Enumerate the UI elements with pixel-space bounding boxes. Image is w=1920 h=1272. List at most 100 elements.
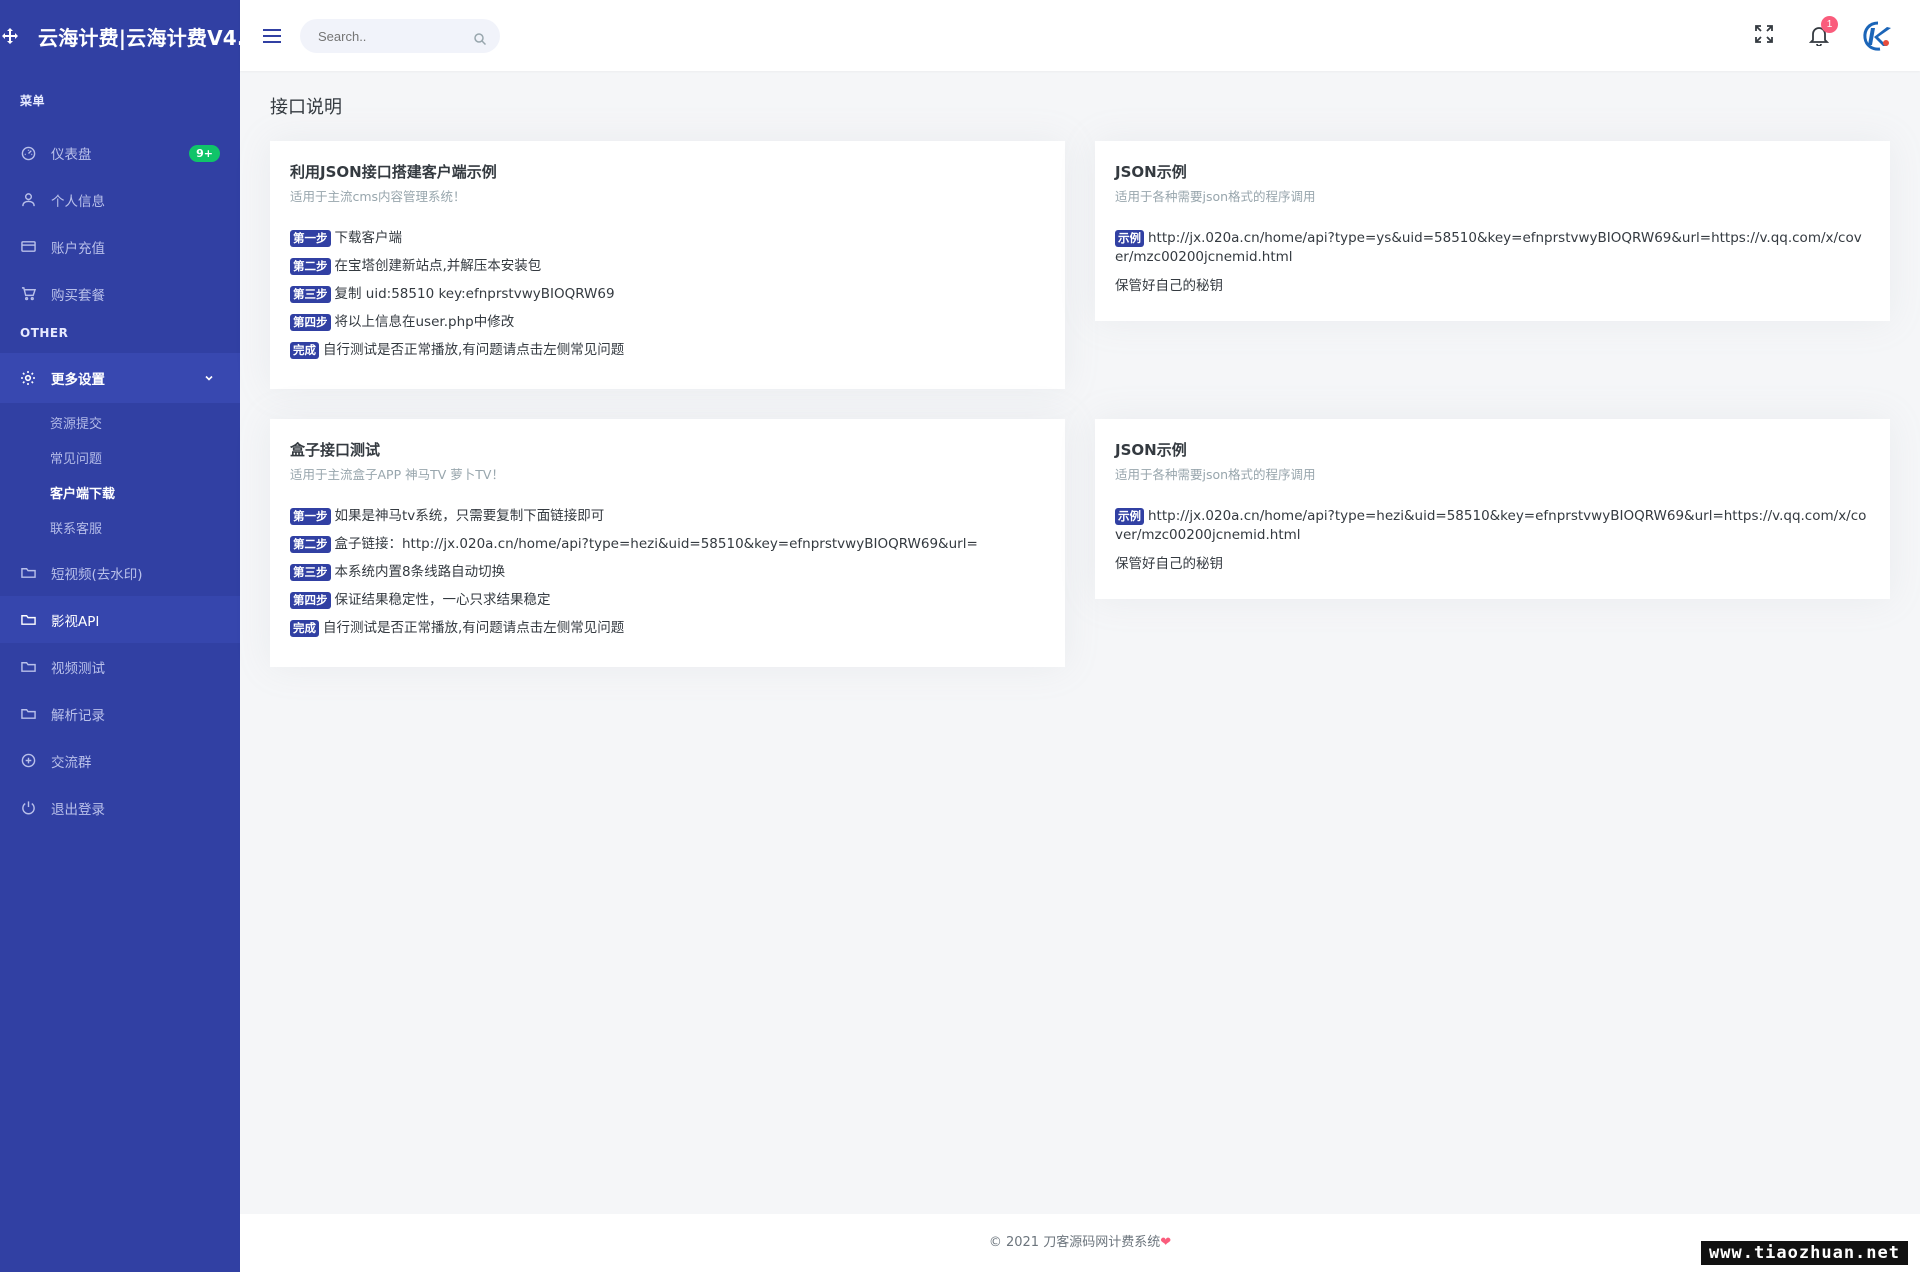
json-example-card: JSON示例 适用于各种需要json格式的程序调用 示例 http://jx.02… xyxy=(1095,141,1890,321)
sidebar-item-label: 个人信息 xyxy=(51,193,105,210)
watermark: www.tiaozhuan.net xyxy=(1701,1241,1908,1265)
footer-text: © 2021 刀客源码网计费系统 xyxy=(988,1235,1161,1250)
folder-icon xyxy=(20,706,36,722)
sidebar-item-more-settings[interactable]: 更多设置 xyxy=(0,353,240,403)
sidebar-item-label: 交流群 xyxy=(51,754,92,771)
page-title: 接口说明 xyxy=(270,97,342,118)
box-api-test-card: 盒子接口测试 适用于主流盒子APP 神马TV 萝卜TV！ 第一步 如果是神马tv系… xyxy=(270,419,1065,667)
step-tag: 第二步 xyxy=(290,258,331,275)
step-row: 第一步 如果是神马tv系统，只需要复制下面链接即可 xyxy=(290,507,1045,526)
menu-toggle-icon[interactable] xyxy=(262,26,282,46)
sidebar-item-parse-log[interactable]: 解析记录 xyxy=(0,690,240,737)
sidebar-item-label: 视频测试 xyxy=(51,660,105,677)
fullscreen-icon[interactable] xyxy=(1754,24,1774,48)
sidebar-item-group-chat[interactable]: 交流群 xyxy=(0,737,240,784)
step-row: 第四步 保证结果稳定性，一心只求结果稳定 xyxy=(290,591,1045,610)
step-row: 第四步 将以上信息在user.php中修改 xyxy=(290,313,1045,332)
step-text: 如果是神马tv系统，只需要复制下面链接即可 xyxy=(334,508,605,524)
step-row: 第三步 复制 uid:58510 key:efnprstvwyBIOQRW69 xyxy=(290,285,1045,304)
step-text: 在宝塔创建新站点,并解压本安装包 xyxy=(334,258,542,274)
move-arrows-icon xyxy=(2,27,18,45)
example-tag: 示例 xyxy=(1115,230,1144,247)
menu-section-title: 菜单 xyxy=(20,94,46,108)
key-note: 保管好自己的秘钥 xyxy=(1115,556,1223,572)
folder-icon xyxy=(20,612,36,628)
client-example-card: 利用JSON接口搭建客户端示例 适用于主流cms内容管理系统！ 第一步 下载客户端… xyxy=(270,141,1065,389)
step-tag: 第三步 xyxy=(290,286,331,303)
notification-badge: 1 xyxy=(1821,16,1838,33)
sidebar-item-profile[interactable]: 个人信息 xyxy=(0,176,240,223)
sidebar-item-short-video[interactable]: 短视频(去水印) xyxy=(0,549,240,596)
sidebar-item-label: 短视频(去水印) xyxy=(51,566,143,583)
submenu-contact-support[interactable]: 联系客服 xyxy=(0,512,240,547)
sidebar-item-logout[interactable]: 退出登录 xyxy=(0,784,240,831)
footer: © 2021 刀客源码网计费系统❤ xyxy=(240,1214,1920,1272)
step-text: 自行测试是否正常播放,有问题请点击左侧常见问题 xyxy=(323,620,625,636)
sidebar-item-label: 影视API xyxy=(51,613,100,630)
sidebar-item-video-test[interactable]: 视频测试 xyxy=(0,643,240,690)
topbar: 1 xyxy=(240,0,1920,71)
step-tag: 第三步 xyxy=(290,564,331,581)
sidebar-item-label: 仪表盘 xyxy=(51,147,92,163)
chevron-down-icon xyxy=(204,371,214,387)
json-example-card-2: JSON示例 适用于各种需要json格式的程序调用 示例 http://jx.02… xyxy=(1095,419,1890,599)
card-subtitle: 适用于各种需要json格式的程序调用 xyxy=(1115,467,1316,482)
sidebar-item-label: 解析记录 xyxy=(51,707,105,724)
card-subtitle: 适用于主流cms内容管理系统！ xyxy=(290,189,466,204)
step-tag: 完成 xyxy=(290,620,319,637)
step-text: 将以上信息在user.php中修改 xyxy=(334,314,515,330)
step-row: 第二步 在宝塔创建新站点,并解压本安装包 xyxy=(290,257,1045,276)
sidebar-item-label: 退出登录 xyxy=(51,801,105,818)
bell-icon[interactable]: 1 xyxy=(1808,16,1838,50)
heart-icon: ❤ xyxy=(1160,1235,1172,1250)
step-tag: 完成 xyxy=(290,342,319,359)
submenu-client-download[interactable]: 客户端下载 xyxy=(0,477,240,512)
user-icon xyxy=(20,192,36,208)
example-url: 示例 http://jx.020a.cn/home/api?type=hezi&u… xyxy=(1115,507,1870,545)
brand[interactable]: 云海计费|云海计费V4.3 xyxy=(0,0,259,72)
key-note: 保管好自己的秘钥 xyxy=(1115,278,1223,294)
search-input[interactable] xyxy=(300,19,460,53)
cart-icon xyxy=(20,286,36,302)
sidebar-item-recharge[interactable]: 账户充值 xyxy=(0,223,240,270)
step-text: 下载客户端 xyxy=(334,230,403,246)
card-title: 盒子接口测试 xyxy=(290,441,381,459)
dashboard-icon xyxy=(20,145,36,161)
step-tag: 第二步 xyxy=(290,536,331,553)
step-text: 复制 uid:58510 key:efnprstvwyBIOQRW69 xyxy=(334,286,615,302)
other-section-title: OTHER xyxy=(20,326,69,340)
search-icon[interactable] xyxy=(474,30,487,49)
brand-title: 云海计费|云海计费V4.3 xyxy=(38,25,259,50)
card-title: 利用JSON接口搭建客户端示例 xyxy=(290,163,497,181)
avatar[interactable] xyxy=(1860,18,1896,54)
step-text: 自行测试是否正常播放,有问题请点击左侧常见问题 xyxy=(323,342,625,358)
step-tag: 第一步 xyxy=(290,508,331,525)
card-subtitle: 适用于主流盒子APP 神马TV 萝卜TV！ xyxy=(290,467,504,482)
step-row: 完成 自行测试是否正常播放,有问题请点击左侧常见问题 xyxy=(290,619,1045,638)
power-icon xyxy=(20,800,36,816)
step-row: 第三步 本系统内置8条线路自动切换 xyxy=(290,563,1045,582)
dashboard-badge: 9+ xyxy=(189,145,220,162)
step-tag: 第四步 xyxy=(290,314,331,331)
sidebar-item-label: 购买套餐 xyxy=(51,287,105,304)
sidebar-item-buy-plan[interactable]: 购买套餐 xyxy=(0,270,240,317)
folder-icon xyxy=(20,565,36,581)
submenu-faq[interactable]: 常见问题 xyxy=(0,442,240,477)
step-row: 第一步 下载客户端 xyxy=(290,229,1045,248)
card-title: JSON示例 xyxy=(1115,441,1187,459)
gear-icon xyxy=(20,370,36,386)
sidebar-item-video-api[interactable]: 影视API xyxy=(0,596,240,643)
example-tag: 示例 xyxy=(1115,508,1144,525)
credit-card-icon xyxy=(20,239,36,255)
example-url: 示例 http://jx.020a.cn/home/api?type=ys&uid… xyxy=(1115,229,1870,267)
more-settings-submenu: 资源提交 常见问题 客户端下载 联系客服 xyxy=(0,403,240,547)
submenu-resource-submit[interactable]: 资源提交 xyxy=(0,407,240,442)
step-text: 本系统内置8条线路自动切换 xyxy=(334,564,506,580)
step-row: 完成 自行测试是否正常播放,有问题请点击左侧常见问题 xyxy=(290,341,1045,360)
example-url-text: http://jx.020a.cn/home/api?type=hezi&uid… xyxy=(1115,508,1867,543)
step-text: 保证结果稳定性，一心只求结果稳定 xyxy=(334,592,551,608)
sidebar-item-dashboard[interactable]: 仪表盘 9+ xyxy=(0,130,240,176)
card-subtitle: 适用于各种需要json格式的程序调用 xyxy=(1115,189,1316,204)
example-url-text: http://jx.020a.cn/home/api?type=ys&uid=5… xyxy=(1115,230,1862,265)
sidebar-item-label: 账户充值 xyxy=(51,240,105,257)
